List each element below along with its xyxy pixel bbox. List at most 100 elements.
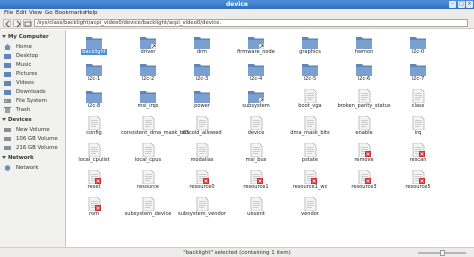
- file-item[interactable]: msi_irqs: [121, 89, 175, 113]
- file-item[interactable]: broken_parity_status: [337, 89, 391, 113]
- forward-button[interactable]: [13, 19, 21, 28]
- sidebar-item-file-system[interactable]: File System: [4, 97, 65, 105]
- sidebar-item-label: Videos: [16, 80, 34, 86]
- sidebar-item-videos[interactable]: Videos: [4, 79, 65, 87]
- file-label: power: [175, 103, 229, 110]
- file-item[interactable]: power: [175, 89, 229, 113]
- file-item[interactable]: local_cpus: [121, 143, 175, 167]
- file-label: reset: [67, 184, 121, 191]
- file-item[interactable]: backlight: [67, 35, 121, 59]
- file-item[interactable]: hwmon: [337, 35, 391, 59]
- file-item[interactable]: class: [391, 89, 445, 113]
- back-button[interactable]: [3, 19, 11, 28]
- zoom-slider-thumb[interactable]: [440, 250, 445, 256]
- file-name: rescan: [409, 157, 427, 163]
- file-name: power: [194, 103, 210, 109]
- sidebar-item-pictures[interactable]: Pictures: [4, 70, 65, 78]
- sidebar-item-216gb-volume[interactable]: 216 GB Volume: [4, 144, 65, 152]
- file-item[interactable]: pstate: [283, 143, 337, 167]
- zoom-slider[interactable]: [418, 250, 466, 256]
- file-item[interactable]: resource1_wc: [283, 170, 337, 194]
- file-label: resource1: [229, 184, 283, 191]
- location-toggle-button[interactable]: [23, 19, 32, 27]
- menu-file[interactable]: File: [4, 10, 13, 16]
- file-label: d3cold_allowed: [175, 130, 229, 137]
- file-item[interactable]: resource1: [229, 170, 283, 194]
- menu-view[interactable]: View: [29, 10, 42, 16]
- sidebar-item-desktop[interactable]: Desktop: [4, 52, 65, 60]
- file-item[interactable]: i2c-2: [121, 62, 175, 86]
- file-item[interactable]: remove: [337, 143, 391, 167]
- file-item[interactable]: i2c-1: [67, 62, 121, 86]
- folder-icon: [194, 64, 210, 76]
- file-item[interactable]: i2c-5: [283, 62, 337, 86]
- file-item[interactable]: rom: [67, 197, 121, 221]
- sidebar-item-new-volume[interactable]: New Volume: [4, 126, 65, 134]
- sidebar-item-label: 106 GB Volume: [16, 136, 58, 142]
- location-field[interactable]: /sys/class/backlight/acpi_video0/device/…: [34, 19, 468, 27]
- file-item[interactable]: driver: [121, 35, 175, 59]
- sidebar-item-music[interactable]: Music: [4, 61, 65, 69]
- file-item[interactable]: i2c-7: [391, 62, 445, 86]
- sidebar-item-downloads[interactable]: Downloads: [4, 88, 65, 96]
- file-item[interactable]: config: [67, 116, 121, 140]
- file-item[interactable]: resource: [121, 170, 175, 194]
- file-item[interactable]: enable: [337, 116, 391, 140]
- file-item[interactable]: drm: [175, 35, 229, 59]
- file-item[interactable]: dma_mask_bits: [283, 116, 337, 140]
- file-item[interactable]: i2c-6: [337, 62, 391, 86]
- file-name: resource1: [243, 184, 269, 190]
- maximize-button[interactable]: □: [458, 1, 465, 8]
- sidebar-item-106gb-volume[interactable]: 106 GB Volume: [4, 135, 65, 143]
- menu-go[interactable]: Go: [45, 10, 53, 16]
- file-item[interactable]: resource3: [337, 170, 391, 194]
- close-button[interactable]: ×: [466, 1, 473, 8]
- sidebar-item-label: Pictures: [16, 71, 38, 77]
- file-item[interactable]: i2c-4: [229, 62, 283, 86]
- file-item[interactable]: i2c-3: [175, 62, 229, 86]
- sidebar-item-home[interactable]: Home: [4, 43, 65, 51]
- sidebar-item-network[interactable]: Network: [4, 164, 65, 172]
- file-label: i2c-2: [121, 76, 175, 83]
- file-item[interactable]: i2c-0: [391, 35, 445, 59]
- file-label: i2c-6: [337, 76, 391, 83]
- file-name: resource1_wc: [292, 184, 328, 190]
- file-item[interactable]: i2c-8: [67, 89, 121, 113]
- menu-bookmarks[interactable]: Bookmarks: [55, 10, 86, 16]
- file-name: local_cpulist: [78, 157, 110, 163]
- forward-arrow-icon: [16, 20, 21, 28]
- file-item[interactable]: rescan: [391, 143, 445, 167]
- file-name: hwmon: [354, 49, 374, 55]
- file-item[interactable]: resource5: [391, 170, 445, 194]
- file-label: graphics: [283, 49, 337, 56]
- sidebar-section-devices[interactable]: Devices: [2, 117, 32, 123]
- file-name: drm: [196, 49, 208, 55]
- file-item[interactable]: subsystem_device: [121, 197, 175, 221]
- file-label: subsystem_device: [121, 211, 175, 218]
- drive-icon: [4, 146, 11, 150]
- menu-edit[interactable]: Edit: [16, 10, 27, 16]
- file-item[interactable]: boot_vga: [283, 89, 337, 113]
- file-item[interactable]: irq: [391, 116, 445, 140]
- sidebar-section-my-computer[interactable]: My Computer: [2, 34, 49, 40]
- file-item[interactable]: reset: [67, 170, 121, 194]
- file-item[interactable]: d3cold_allowed: [175, 116, 229, 140]
- file-name: boot_vga: [298, 103, 322, 109]
- file-item[interactable]: firmware_node: [229, 35, 283, 59]
- menu-help[interactable]: Help: [85, 10, 98, 16]
- file-item[interactable]: device: [229, 116, 283, 140]
- file-item[interactable]: local_cpulist: [67, 143, 121, 167]
- file-item[interactable]: modalias: [175, 143, 229, 167]
- file-name: class: [411, 103, 425, 109]
- file-item[interactable]: subsystem_vendor: [175, 197, 229, 221]
- minimize-button[interactable]: –: [449, 1, 456, 8]
- file-item[interactable]: consistent_dma_mask_bits: [121, 116, 189, 140]
- file-item[interactable]: uevent: [229, 197, 283, 221]
- file-item[interactable]: graphics: [283, 35, 337, 59]
- sidebar-section-network[interactable]: Network: [2, 155, 34, 161]
- file-item[interactable]: resource0: [175, 170, 229, 194]
- file-item[interactable]: vendor: [283, 197, 337, 221]
- file-item[interactable]: msi_bus: [229, 143, 283, 167]
- sidebar-item-trash[interactable]: Trash: [4, 106, 65, 114]
- file-item[interactable]: subsystem: [229, 89, 283, 113]
